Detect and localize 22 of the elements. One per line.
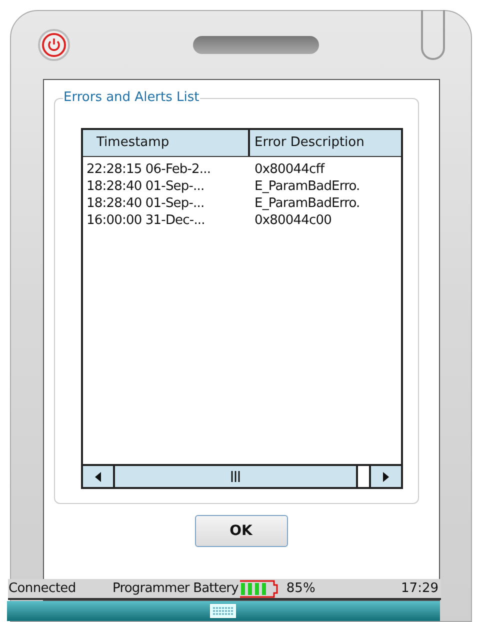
table-cell-text: E_ParamBadErro. bbox=[254, 178, 361, 195]
connection-status: Connected bbox=[8, 580, 77, 598]
table-cell-text: 0x80044c00 bbox=[254, 212, 333, 229]
scroll-track[interactable] bbox=[356, 466, 370, 487]
table-cell-text: 18:28:40 01-Sep-... bbox=[86, 178, 206, 195]
ok-button[interactable]: OK bbox=[194, 515, 288, 547]
table-cell-text: E_ParamBadErro. bbox=[254, 195, 361, 212]
table-cell-text: 0x80044cff bbox=[254, 161, 326, 178]
battery-icon bbox=[238, 580, 280, 598]
battery-percent: 85% bbox=[286, 580, 316, 598]
clock: 17:29 bbox=[401, 580, 438, 598]
column-header[interactable]: Error Description bbox=[250, 130, 400, 156]
column-header[interactable]: Timestamp bbox=[82, 130, 250, 156]
keyboard-icon[interactable] bbox=[210, 604, 236, 618]
stylus-slot bbox=[421, 10, 445, 60]
power-icon[interactable] bbox=[37, 28, 71, 62]
table-cell-text: 22:28:15 06-Feb-2... bbox=[86, 161, 212, 178]
grip-icon bbox=[230, 471, 240, 482]
horizontal-scrollbar[interactable] bbox=[82, 464, 400, 487]
table-cell-text: 18:28:40 01-Sep-... bbox=[86, 195, 206, 212]
table-cell-text: 16:00:00 31-Dec-... bbox=[86, 212, 206, 229]
battery-label: Programmer Battery bbox=[112, 580, 238, 598]
